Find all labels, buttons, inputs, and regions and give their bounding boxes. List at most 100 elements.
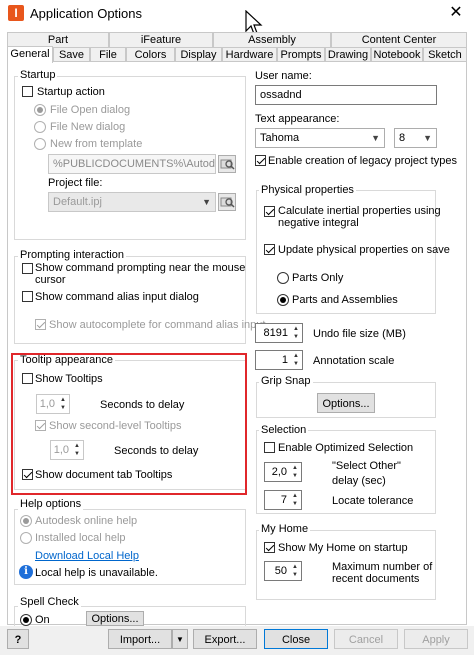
- tab-drawing[interactable]: Drawing: [325, 47, 371, 62]
- tab-display[interactable]: Display: [175, 47, 222, 62]
- startup-action-label: Startup action: [37, 86, 105, 98]
- template-path-field[interactable]: %PUBLICDOCUMENTS%\Autodesk\Inv: [48, 154, 216, 174]
- template-browse-button[interactable]: [218, 155, 236, 173]
- select-other-value: 2,0: [271, 466, 287, 478]
- spin-down-icon[interactable]: ▼: [290, 571, 300, 579]
- file-open-label: File Open dialog: [50, 104, 131, 116]
- file-new-label: File New dialog: [50, 121, 126, 133]
- cancel-button[interactable]: Cancel: [334, 629, 398, 649]
- grip-options-button[interactable]: Options...: [317, 393, 375, 413]
- new-from-template-label: New from template: [50, 138, 143, 150]
- startup-group-label: Startup: [18, 69, 58, 81]
- tab-prompts[interactable]: Prompts: [277, 47, 325, 62]
- chevron-down-icon: ▼: [202, 197, 211, 207]
- spin-up-icon[interactable]: ▲: [291, 352, 301, 360]
- tab-general[interactable]: General: [7, 46, 53, 63]
- tab-colors[interactable]: Colors: [126, 47, 175, 62]
- spin-down-icon[interactable]: ▼: [290, 500, 300, 508]
- spin-up-icon[interactable]: ▲: [291, 325, 301, 333]
- online-help-radio[interactable]: [20, 515, 32, 527]
- legacy-checkbox[interactable]: [255, 155, 266, 166]
- close-button[interactable]: Close: [264, 629, 328, 649]
- tab-save[interactable]: Save: [53, 47, 90, 62]
- apply-button[interactable]: Apply: [404, 629, 468, 649]
- spin-up-icon[interactable]: ▲: [290, 492, 300, 500]
- spell-group-label: Spell Check: [18, 596, 81, 608]
- selection-group-label: Selection: [259, 424, 309, 436]
- app-icon: I: [8, 5, 24, 21]
- font-size-value: 8: [399, 132, 406, 144]
- parts-only-label: Parts Only: [292, 272, 344, 284]
- select-other-label: "Select Other": [332, 460, 401, 472]
- undo-size-value: 8191: [263, 327, 288, 339]
- show-prompting-label: Show command prompting near the mouse: [35, 262, 246, 274]
- info-icon: i: [19, 565, 33, 579]
- tab-sketch[interactable]: Sketch: [423, 47, 467, 62]
- spin-up-icon[interactable]: ▲: [290, 464, 300, 472]
- parts-only-radio[interactable]: [277, 272, 289, 284]
- new-from-template-radio[interactable]: [34, 138, 46, 150]
- installed-help-radio[interactable]: [20, 532, 32, 544]
- legacy-label: Enable creation of legacy project types: [268, 155, 457, 167]
- tab-hardware[interactable]: Hardware: [222, 47, 277, 62]
- select-other-stepper[interactable]: 2,0 ▲ ▼: [264, 462, 302, 482]
- grip-group-label: Grip Snap: [259, 375, 313, 387]
- optimized-selection-label: Enable Optimized Selection: [278, 442, 414, 454]
- export-button[interactable]: Export...: [193, 629, 257, 649]
- spell-options-button[interactable]: Options...: [86, 611, 144, 626]
- project-file-select[interactable]: Default.ipj ▼: [48, 192, 216, 212]
- calc-inertial-checkbox[interactable]: [264, 206, 275, 217]
- tab-assembly[interactable]: Assembly: [213, 32, 331, 47]
- annotation-scale-stepper[interactable]: 1 ▲ ▼: [255, 350, 303, 370]
- file-new-radio[interactable]: [34, 121, 46, 133]
- prompting-group-label: Prompting interaction: [18, 249, 126, 261]
- update-on-save-checkbox[interactable]: [264, 244, 275, 255]
- close-window-icon[interactable]: ✕: [444, 2, 468, 24]
- import-dropdown-button[interactable]: ▼: [172, 629, 188, 649]
- show-prompting-checkbox[interactable]: [22, 263, 33, 274]
- show-autocomplete-checkbox[interactable]: [35, 319, 46, 330]
- user-name-field[interactable]: ossadnd: [255, 85, 437, 105]
- help-button[interactable]: ?: [7, 629, 29, 649]
- spin-down-icon[interactable]: ▼: [291, 333, 301, 341]
- optimized-selection-checkbox[interactable]: [264, 442, 275, 453]
- project-file-value: Default.ipj: [53, 196, 102, 208]
- user-name-label: User name:: [255, 70, 312, 82]
- spin-down-icon[interactable]: ▼: [291, 360, 301, 368]
- locate-tolerance-label: Locate tolerance: [332, 495, 414, 507]
- startup-action-checkbox[interactable]: [22, 86, 33, 97]
- help-group-label: Help options: [18, 498, 84, 510]
- installed-help-label: Installed local help: [35, 532, 126, 544]
- project-file-label: Project file:: [48, 177, 103, 189]
- undo-size-stepper[interactable]: 8191 ▲ ▼: [255, 323, 303, 343]
- font-value: Tahoma: [260, 132, 300, 144]
- parts-assemblies-radio[interactable]: [277, 294, 289, 306]
- project-browse-button[interactable]: [218, 193, 236, 211]
- spin-up-icon[interactable]: ▲: [290, 563, 300, 571]
- update-on-save-label: Update physical properties on save: [278, 244, 450, 256]
- online-help-label: Autodesk online help: [35, 515, 138, 527]
- show-prompting-label-2: cursor: [35, 274, 66, 286]
- file-open-radio[interactable]: [34, 104, 46, 116]
- tab-notebook[interactable]: Notebook: [371, 47, 423, 62]
- max-recent-label-2: recent documents: [332, 573, 420, 585]
- download-help-link[interactable]: Download Local Help: [35, 550, 139, 563]
- locate-tolerance-stepper[interactable]: 7 ▲ ▼: [264, 490, 302, 510]
- text-appearance-label: Text appearance:: [255, 113, 340, 125]
- show-alias-label: Show command alias input dialog: [35, 291, 199, 303]
- show-myhome-label: Show My Home on startup: [278, 542, 408, 554]
- window-title: Application Options: [30, 6, 143, 21]
- show-alias-checkbox[interactable]: [22, 291, 33, 302]
- tab-content-center[interactable]: Content Center: [331, 32, 467, 47]
- import-button[interactable]: Import...: [108, 629, 172, 649]
- spell-on-radio[interactable]: [20, 614, 32, 626]
- show-myhome-checkbox[interactable]: [264, 542, 275, 553]
- undo-size-label: Undo file size (MB): [313, 328, 406, 340]
- tab-part[interactable]: Part: [7, 32, 109, 47]
- spin-down-icon[interactable]: ▼: [290, 472, 300, 480]
- tab-ifeature[interactable]: iFeature: [109, 32, 213, 47]
- max-recent-stepper[interactable]: 50 ▲ ▼: [264, 561, 302, 581]
- tab-file[interactable]: File: [90, 47, 126, 62]
- font-size-select[interactable]: 8 ▼: [394, 128, 437, 148]
- font-select[interactable]: Tahoma ▼: [255, 128, 385, 148]
